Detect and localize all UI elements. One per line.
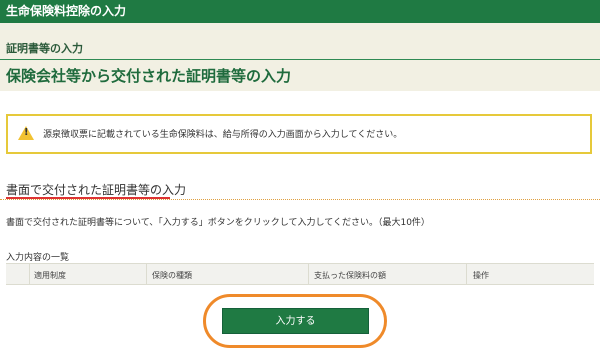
warning-icon: ! (18, 126, 34, 140)
column-header-action: 操作 (473, 271, 489, 280)
dotted-divider (0, 199, 600, 200)
paper-input-description: 書面で交付された証明書等について、「入力する」ボタンをクリックして入力してくださ… (6, 218, 430, 228)
page-title: 保険会社等から交付された証明書等の入力 (6, 67, 292, 85)
input-button[interactable]: 入力する (222, 308, 369, 334)
column-header-insurance-type: 保険の種類 (152, 271, 192, 280)
app-header: 生命保険料控除の入力 (0, 0, 600, 23)
column-separator (146, 264, 147, 285)
column-separator (29, 264, 30, 285)
column-separator (466, 264, 467, 285)
list-label: 入力内容の一覧 (6, 253, 70, 263)
notice-text: 源泉徴収票に記載されている生命保険料は、給与所得の入力画面から入力してください。 (43, 130, 403, 140)
section-divider (0, 59, 600, 60)
table-header: 適用制度 保険の種類 支払った保険料の額 操作 (6, 263, 594, 285)
column-separator (308, 264, 309, 285)
column-header-premium-amount: 支払った保険料の額 (314, 271, 386, 280)
section-subtitle: 証明書等の入力 (6, 42, 83, 55)
column-header-system: 適用制度 (34, 271, 66, 280)
paper-input-heading: 書面で交付された証明書等の入力 (6, 183, 187, 197)
notice-box: ! 源泉徴収票に記載されている生命保険料は、給与所得の入力画面から入力してくださ… (6, 114, 592, 154)
